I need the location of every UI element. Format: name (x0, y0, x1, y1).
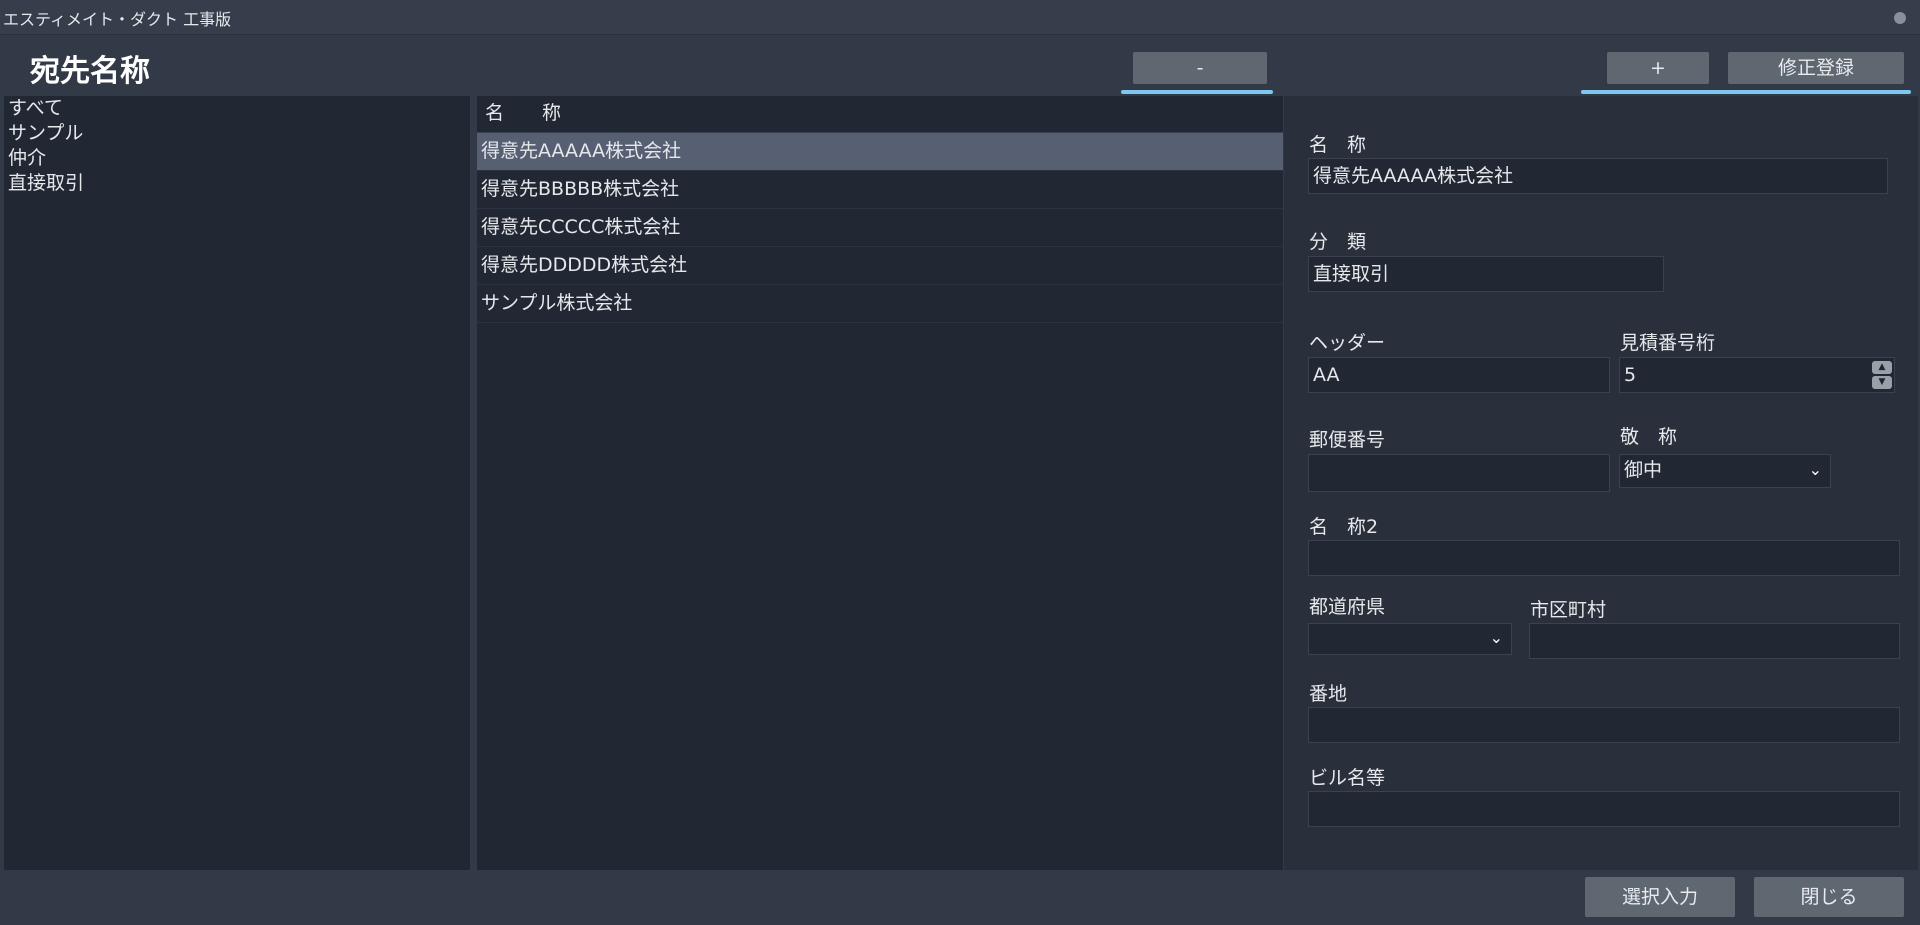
city-label: 市区町村 (1530, 599, 1607, 621)
window-control-icon[interactable] (1894, 12, 1906, 24)
list-row[interactable]: 得意先BBBBB株式会社 (477, 171, 1283, 209)
category-item-all[interactable]: すべて (4, 96, 470, 121)
remove-accent-line (1121, 90, 1273, 94)
list-row[interactable]: サンプル株式会社 (477, 285, 1283, 323)
header-label: ヘッダー (1309, 332, 1386, 354)
remove-button[interactable]: - (1133, 52, 1267, 84)
digits-label: 見積番号桁 (1620, 332, 1716, 354)
name2-label: 名 称2 (1309, 516, 1379, 538)
app-title: エスティメイト・ダクト 工事版 (3, 10, 232, 29)
chevron-down-icon: ⌄ (1808, 460, 1822, 479)
increment-icon[interactable]: ▲ (1872, 361, 1892, 374)
add-button[interactable]: + (1607, 52, 1709, 84)
category-item-sample[interactable]: サンプル (4, 121, 470, 146)
list-row[interactable]: 得意先DDDDD株式会社 (477, 247, 1283, 285)
address-label: 番地 (1309, 683, 1348, 705)
header-field[interactable]: AA (1308, 357, 1610, 393)
close-button[interactable]: 閉じる (1754, 877, 1904, 917)
postal-field[interactable] (1308, 454, 1610, 492)
name-field[interactable]: 得意先AAAAA株式会社 (1308, 158, 1888, 194)
footer-bar: 選択入力 閉じる (0, 872, 1920, 925)
select-input-button[interactable]: 選択入力 (1585, 877, 1735, 917)
city-field[interactable] (1529, 623, 1900, 659)
category-list: すべて サンプル 仲介 直接取引 (4, 96, 470, 870)
address-field[interactable] (1308, 707, 1900, 743)
digits-value: 5 (1624, 364, 1637, 386)
category-item-direct[interactable]: 直接取引 (4, 171, 470, 196)
decrement-icon[interactable]: ▼ (1872, 376, 1892, 389)
building-field[interactable] (1308, 791, 1900, 827)
honorific-select[interactable]: 御中 ⌄ (1619, 454, 1831, 488)
name-label: 名 称 (1309, 134, 1367, 156)
page-title: 宛先名称 (30, 54, 150, 89)
honorific-value: 御中 (1624, 459, 1663, 481)
category-field[interactable]: 直接取引 (1308, 256, 1664, 292)
postal-label: 郵便番号 (1309, 429, 1386, 451)
digits-stepper[interactable]: 5 ▲ ▼ (1619, 357, 1895, 393)
prefecture-label: 都道府県 (1309, 596, 1386, 618)
update-button[interactable]: 修正登録 (1728, 52, 1904, 84)
list-header[interactable]: 名 称 (477, 96, 1283, 133)
save-accent-line (1581, 90, 1911, 94)
chevron-down-icon: ⌄ (1489, 628, 1503, 647)
prefecture-select[interactable]: ⌄ (1308, 623, 1512, 655)
honorific-label: 敬 称 (1620, 426, 1678, 448)
category-item-broker[interactable]: 仲介 (4, 146, 470, 171)
list-row[interactable]: 得意先AAAAA株式会社 (477, 133, 1283, 171)
building-label: ビル名等 (1309, 767, 1386, 789)
list-row[interactable]: 得意先CCCCC株式会社 (477, 209, 1283, 247)
name-list: 名 称 得意先AAAAA株式会社 得意先BBBBB株式会社 得意先CCCCC株式… (477, 96, 1283, 870)
title-bar: エスティメイト・ダクト 工事版 (0, 0, 1920, 35)
category-label: 分 類 (1309, 231, 1367, 253)
name2-field[interactable] (1308, 540, 1900, 576)
detail-panel: 名 称 得意先AAAAA株式会社 分 類 直接取引 ヘッダー AA 見積番号桁 … (1284, 96, 1918, 870)
